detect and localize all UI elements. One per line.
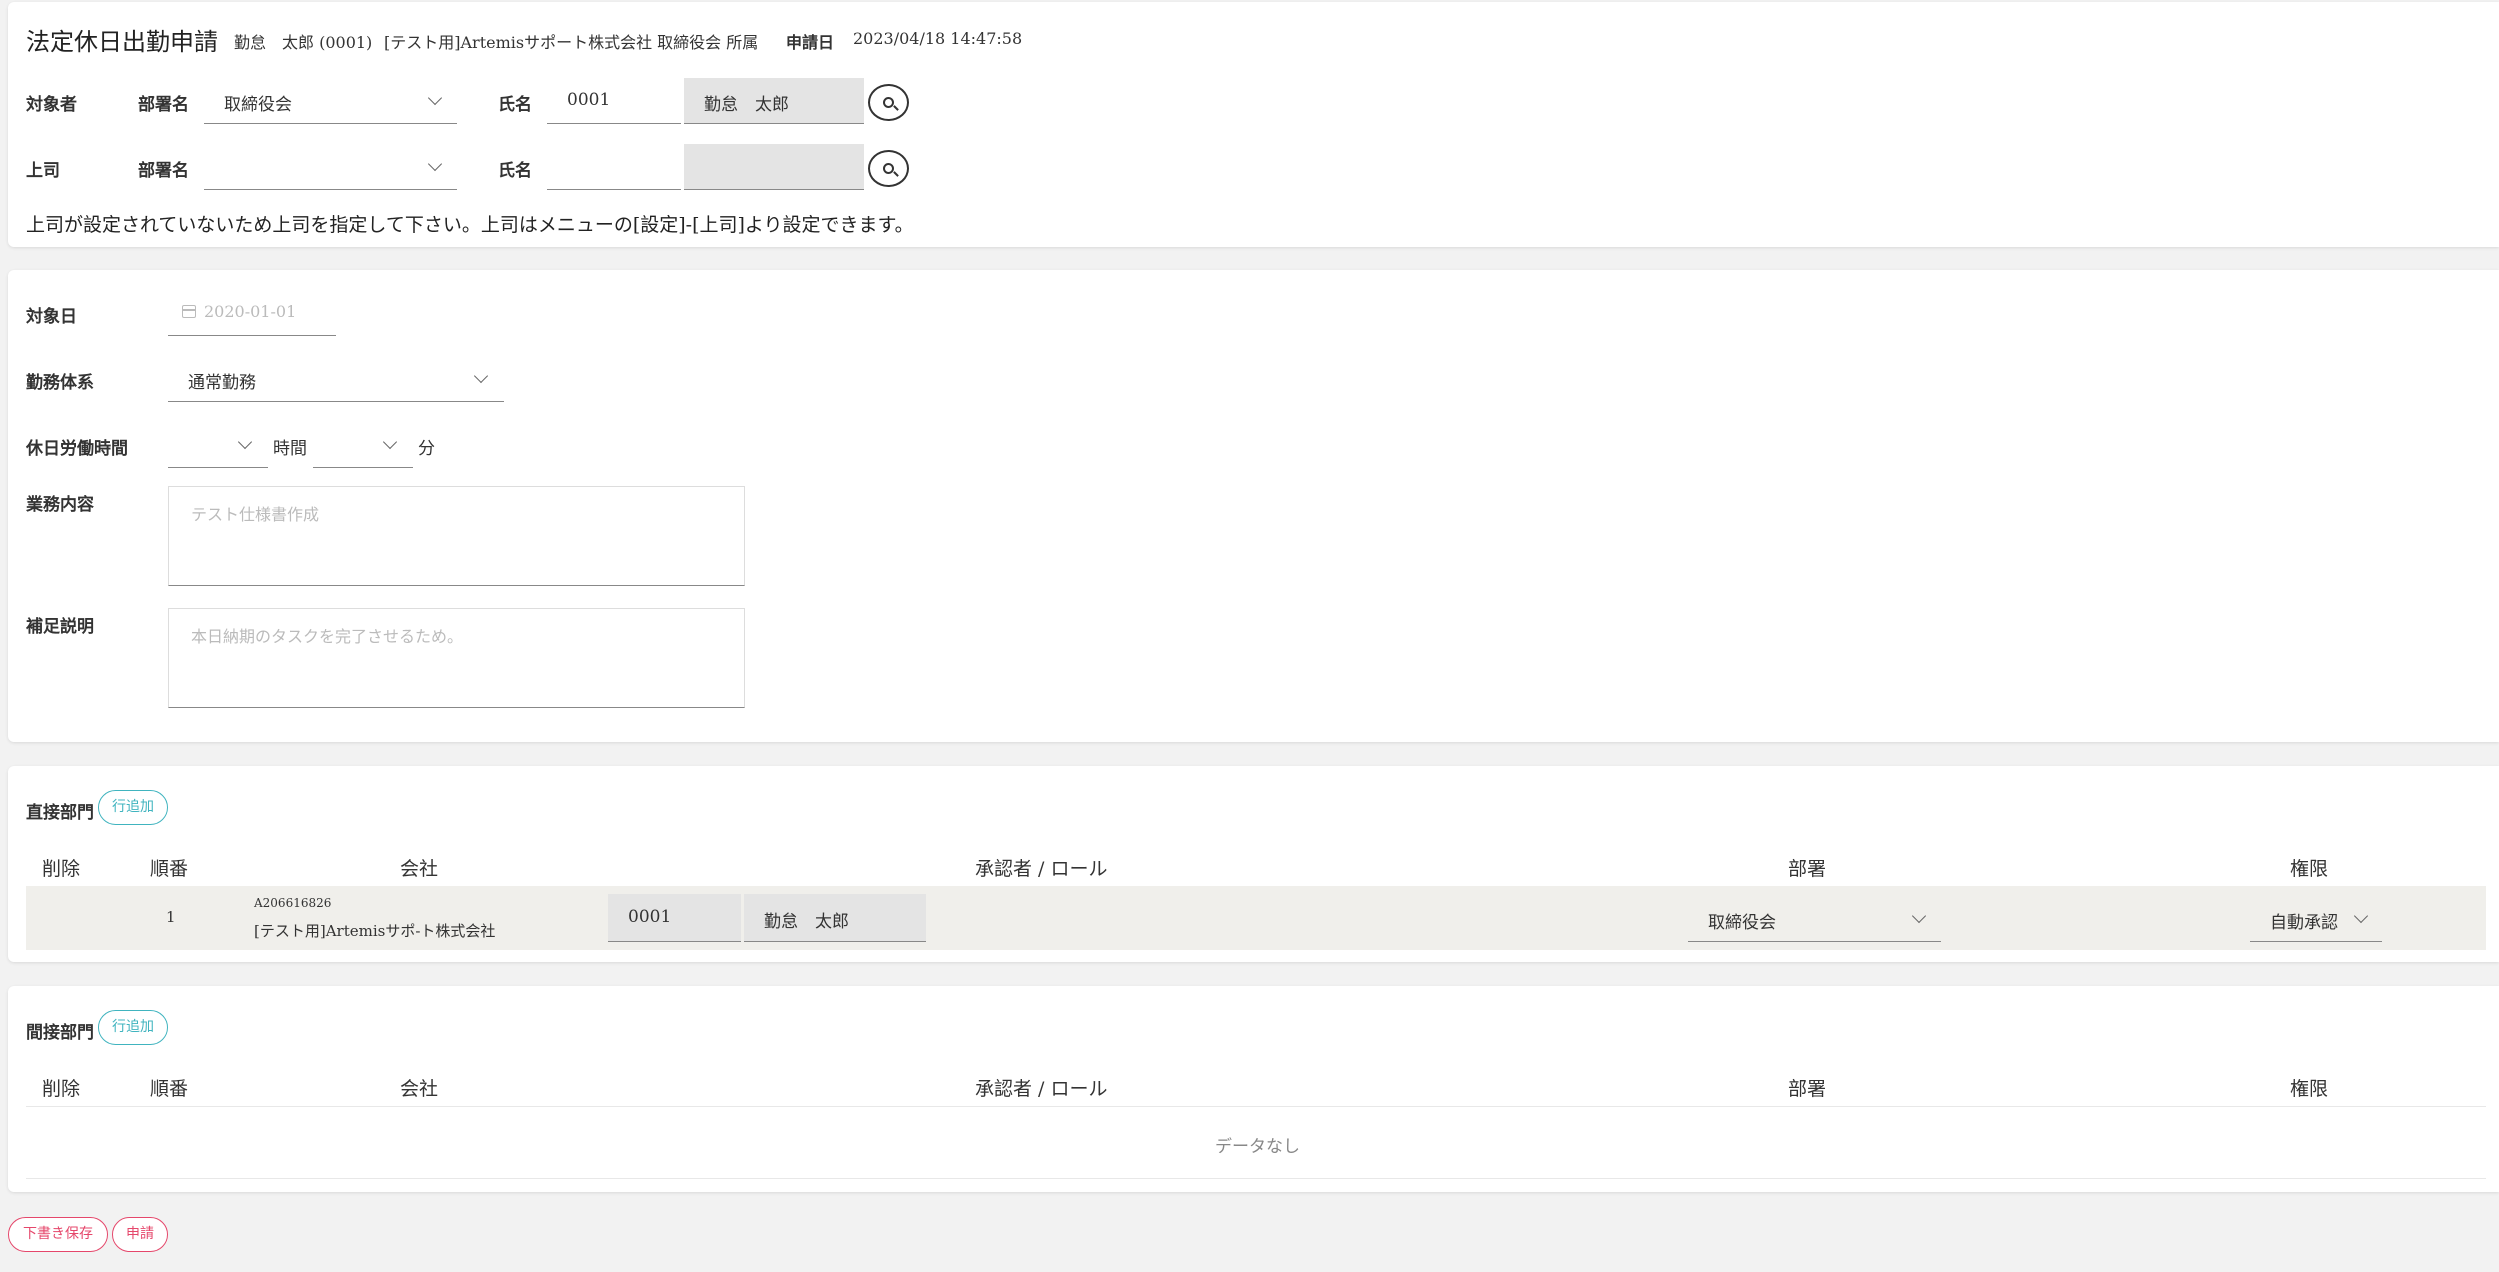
system-label: 勤務体系: [26, 373, 94, 393]
indirect-add-row-button[interactable]: 行追加: [98, 1010, 168, 1045]
target-code-value: 0001: [567, 90, 611, 110]
empty-table-text: データなし: [1215, 1137, 1300, 1157]
note-label: 補足説明: [26, 617, 94, 637]
submit-button[interactable]: 申請: [112, 1217, 168, 1252]
col-dept: 部署: [1788, 858, 1827, 880]
boss-name-label: 氏名: [498, 161, 532, 181]
calendar-icon: [182, 305, 196, 318]
chevron-down-icon: [427, 90, 443, 106]
work-label: 業務内容: [26, 495, 94, 515]
date-field[interactable]: 2020-01-01: [168, 290, 336, 336]
boss-dept-select[interactable]: [204, 144, 457, 190]
direct-dept-card: 直接部門 行追加 削除 順番 会社 承認者 / ロール 部署 権限 1 A206…: [8, 766, 2499, 962]
row-company-code: A206616826: [254, 896, 332, 910]
col-authority: 権限: [2290, 1078, 2329, 1100]
col-order: 順番: [150, 1078, 189, 1100]
date-label: 対象日: [26, 307, 77, 327]
chevron-down-icon: [382, 434, 398, 450]
row-order: 1: [166, 908, 176, 926]
target-dept-value: 取締役会: [224, 95, 292, 115]
target-name-field: 勤怠 太郎: [684, 78, 864, 124]
minutes-unit: 分: [418, 439, 435, 459]
row-dept-select[interactable]: 取締役会: [1688, 896, 1941, 942]
form-card: 対象日 2020-01-01 勤務体系 通常勤務 休日労働時間 時間 分 業務内…: [8, 270, 2499, 742]
chevron-down-icon: [2353, 908, 2369, 924]
page-title: 法定休日出勤申請: [26, 28, 218, 56]
col-company: 会社: [400, 1078, 439, 1100]
boss-code-field[interactable]: [547, 144, 681, 190]
row-authority-value: 自動承認: [2270, 913, 2338, 933]
col-delete: 削除: [42, 1078, 81, 1100]
table-row: 1 A206616826 [テスト用]Artemisサポ-ト株式会社 0001 …: [26, 886, 2486, 950]
direct-add-row-button[interactable]: 行追加: [98, 790, 168, 825]
col-approver: 承認者 / ロール: [975, 858, 1108, 880]
chevron-down-icon: [237, 434, 253, 450]
target-dept-label: 部署名: [138, 95, 189, 115]
row-dept-value: 取締役会: [1708, 913, 1776, 933]
target-row-label: 対象者: [26, 95, 77, 115]
applicant-card: 法定休日出勤申請 勤怠 太郎 (0001) [テスト用]Artemisサポート株…: [8, 2, 2499, 247]
hours-unit: 時間: [273, 439, 307, 459]
boss-warning: 上司が設定されていないため上司を指定して下さい。上司はメニューの[設定]-[上司…: [26, 214, 914, 236]
chevron-down-icon: [427, 156, 443, 172]
col-company: 会社: [400, 858, 439, 880]
hours-select[interactable]: [168, 422, 268, 468]
work-placeholder: テスト仕様書作成: [191, 505, 320, 524]
direct-dept-title: 直接部門: [26, 803, 94, 823]
chevron-down-icon: [473, 368, 489, 384]
hours-label: 休日労働時間: [26, 439, 128, 459]
target-name-value: 勤怠 太郎: [704, 95, 789, 115]
target-search-button[interactable]: [868, 84, 909, 121]
boss-dept-label: 部署名: [138, 161, 189, 181]
col-order: 順番: [150, 858, 189, 880]
system-select[interactable]: 通常勤務: [168, 356, 504, 402]
row-authority-select[interactable]: 自動承認: [2250, 896, 2382, 942]
col-dept: 部署: [1788, 1078, 1827, 1100]
table-divider: [26, 1178, 2486, 1179]
col-approver: 承認者 / ロール: [975, 1078, 1108, 1100]
apply-date-label: 申請日: [786, 33, 835, 52]
work-textarea[interactable]: テスト仕様書作成: [168, 486, 745, 586]
row-approver-code-field[interactable]: 0001: [608, 894, 741, 942]
note-textarea[interactable]: 本日納期のタスクを完了させるため。: [168, 608, 745, 708]
minutes-select[interactable]: [313, 422, 413, 468]
target-code-field[interactable]: 0001: [547, 78, 681, 124]
target-name-label: 氏名: [498, 95, 532, 115]
system-value: 通常勤務: [188, 373, 256, 393]
affiliation-info: [テスト用]Artemisサポート株式会社 取締役会 所属: [384, 33, 759, 52]
table-divider: [26, 1106, 2486, 1107]
col-authority: 権限: [2290, 858, 2329, 880]
apply-date-value: 2023/04/18 14:47:58: [853, 29, 1023, 48]
row-approver-name: 勤怠 太郎: [764, 912, 849, 932]
boss-search-button[interactable]: [868, 150, 909, 187]
chevron-down-icon: [1911, 908, 1927, 924]
col-delete: 削除: [42, 858, 81, 880]
row-approver-code: 0001: [628, 907, 672, 927]
applicant-info: 勤怠 太郎 (0001): [234, 33, 373, 52]
target-dept-select[interactable]: 取締役会: [204, 78, 457, 124]
date-placeholder: 2020-01-01: [204, 302, 297, 321]
note-placeholder: 本日納期のタスクを完了させるため。: [191, 627, 464, 646]
indirect-dept-card: 間接部門 行追加 削除 順番 会社 承認者 / ロール 部署 権限 データなし: [8, 986, 2499, 1192]
save-draft-button[interactable]: 下書き保存: [8, 1217, 108, 1252]
row-approver-name-field: 勤怠 太郎: [744, 894, 926, 942]
indirect-dept-title: 間接部門: [26, 1023, 94, 1043]
boss-row-label: 上司: [26, 161, 60, 181]
boss-name-field: [684, 144, 864, 190]
row-company-name: [テスト用]Artemisサポ-ト株式会社: [254, 922, 496, 940]
